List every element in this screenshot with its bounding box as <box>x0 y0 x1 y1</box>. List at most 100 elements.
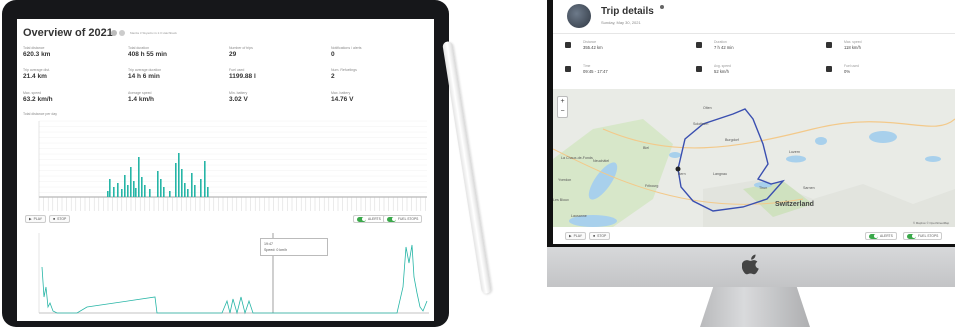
map-place-label: Luzern <box>789 150 800 154</box>
stop-icon: ■ <box>53 217 56 221</box>
map-attribution: © Mapbox © OpenStreetMap <box>913 221 950 225</box>
map-place-label: Sarnen <box>803 186 815 190</box>
stylus-pencil <box>442 40 492 295</box>
chart-bar <box>107 191 109 197</box>
chart-bar <box>187 189 189 197</box>
stat-label: Trip average duration <box>128 68 162 72</box>
map-place-label: Neuchâtel <box>593 159 609 163</box>
divider <box>553 33 955 34</box>
stat-value: 620.3 km <box>23 51 51 58</box>
trip-stat-label: Duration <box>714 40 727 44</box>
stat-value: 2 <box>331 73 335 80</box>
trip-title: Trip details <box>601 6 654 17</box>
stat-label: Fuel used <box>229 68 245 72</box>
stat-label: Total distance <box>23 46 45 50</box>
switch-icon <box>387 216 396 222</box>
route-map[interactable]: La Chaux-de-FondsNeuchâtel Biel Bern Fribou… <box>553 89 955 227</box>
chart-bar <box>109 179 111 197</box>
map-place-label: Thun <box>759 186 767 190</box>
chart-bar <box>157 171 159 197</box>
settings-icon[interactable] <box>660 5 664 9</box>
fuel-stops-toggle[interactable]: FUEL STOPS <box>903 232 943 240</box>
chart-bar <box>169 191 171 197</box>
chart-bar <box>160 179 162 197</box>
stat-value: 21.4 km <box>23 73 47 80</box>
map-place-label: Lausanne <box>571 214 587 218</box>
chart-bar <box>141 177 143 197</box>
time-icon <box>565 66 571 72</box>
monitor-stand <box>700 287 810 327</box>
chart-tooltip: 19:47 Speed: 0 km/h <box>260 238 328 256</box>
chart-bar <box>204 161 206 197</box>
chart-bar <box>175 163 177 197</box>
stat-value: 1.4 km/h <box>128 96 155 103</box>
gauge-icon <box>696 66 702 72</box>
stat-label: Min. battery <box>229 91 248 95</box>
map-place-label: Les Bioux <box>553 198 569 202</box>
zoom-in-button[interactable]: + <box>558 97 567 107</box>
stat-label: Notifications / alerts <box>331 46 362 50</box>
overview-screen: Overview of 2021 Mazda 3 Skyactiv-G 2.0 … <box>17 19 434 321</box>
chart-bar <box>194 185 196 197</box>
chart-bar <box>191 173 193 197</box>
trip-stat-value: 355.42 km <box>583 45 603 50</box>
play-button[interactable]: ▶ PLAY <box>565 232 587 240</box>
stat-label: Max. speed <box>23 91 42 95</box>
avatar <box>567 4 591 28</box>
stat-value: 3.02 V <box>229 96 248 103</box>
stat-label: Number of trips <box>229 46 253 50</box>
stat-value: 29 <box>229 51 237 58</box>
trip-stat-value: 09:45 - 17:47 <box>583 69 608 74</box>
stat-label: Num. Refuelings <box>331 68 357 72</box>
chart-bar <box>130 167 132 197</box>
stat-value: 1199.88 l <box>229 73 256 80</box>
zoom-out-button[interactable]: − <box>558 107 567 117</box>
start-marker-icon <box>675 166 681 172</box>
vehicle-name: Mazda 3 Skyactiv-G 2.0 Hatchback <box>130 31 177 35</box>
play-icon: ▶ <box>29 217 32 221</box>
trip-stat-value: 118 km/h <box>844 45 861 50</box>
clock-icon <box>696 42 702 48</box>
chart-bar <box>127 185 129 197</box>
map-place-label: Biel <box>643 146 649 150</box>
map-place-label: Burgdorf <box>725 138 739 142</box>
play-button[interactable]: ▶ PLAY <box>25 215 47 223</box>
map-place-label: Solothurn <box>693 122 708 126</box>
road-icon <box>565 42 571 48</box>
speedometer-icon <box>826 42 832 48</box>
trip-stat-value: 7 h 42 min <box>714 45 734 50</box>
chart-bar <box>207 187 209 197</box>
settings-icon[interactable] <box>119 30 125 36</box>
chart-bar <box>163 187 165 197</box>
stop-button[interactable]: ■ STOP <box>589 232 611 240</box>
stat-label: Average speed <box>128 91 152 95</box>
stat-label: Trip average dist. <box>23 68 50 72</box>
alerts-toggle[interactable]: ALERTS <box>865 232 897 240</box>
speed-line-chart[interactable] <box>17 227 434 321</box>
chart-bar <box>135 188 137 197</box>
stat-label: Max. battery <box>331 91 351 95</box>
chart-bar <box>200 179 202 197</box>
trip-stat-value: 52 km/h <box>714 69 729 74</box>
chart-bar <box>133 181 135 197</box>
chart-bar <box>117 183 119 197</box>
info-icon[interactable] <box>111 30 117 36</box>
chart-bar <box>149 189 151 197</box>
distance-bar-chart <box>38 120 427 211</box>
map-place-label: Bern <box>678 172 686 176</box>
map-place-label: Yverdon <box>558 178 571 182</box>
stop-button[interactable]: ■ STOP <box>49 215 71 223</box>
play-icon: ▶ <box>569 234 572 238</box>
apple-logo-icon <box>742 254 759 275</box>
chart-bar <box>178 153 180 197</box>
chart-bar <box>138 157 140 197</box>
map-place-label: Langnau <box>713 172 727 176</box>
map-place-label: La Chaux-de-Fonds <box>561 156 593 160</box>
stat-value: 14 h 6 min <box>128 73 160 80</box>
trip-details-screen: Trip details Sunday, May 30, 2021 Distan… <box>553 0 955 244</box>
fuel-stops-toggle[interactable]: FUEL STOPS <box>383 215 423 223</box>
trip-stat-label: Fuel used <box>844 64 859 68</box>
switch-icon <box>907 233 916 239</box>
alerts-toggle[interactable]: ALERTS <box>353 215 385 223</box>
stat-label: Total duration <box>128 46 150 50</box>
